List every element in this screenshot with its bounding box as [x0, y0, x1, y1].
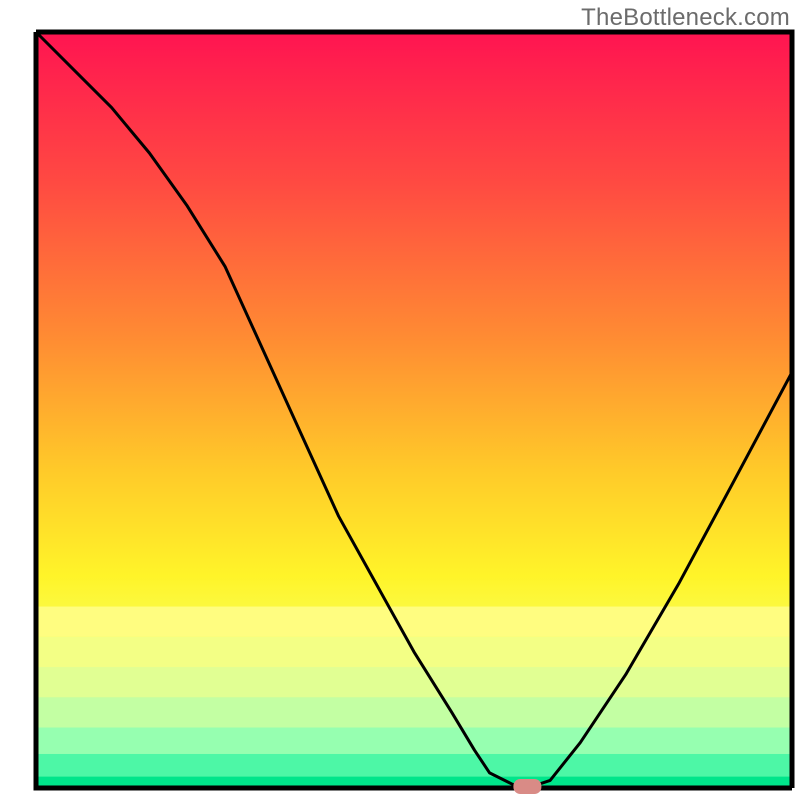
watermark-text: TheBottleneck.com	[581, 4, 790, 32]
optimum-marker	[513, 779, 541, 794]
gradient-band	[36, 728, 792, 754]
gradient-band	[36, 697, 792, 727]
gradient-band	[36, 607, 792, 637]
gradient-band	[36, 754, 792, 777]
gradient-band	[36, 667, 792, 697]
chart-frame: { "watermark": "TheBottleneck.com", "cha…	[0, 0, 800, 800]
bottleneck-chart	[0, 0, 800, 800]
